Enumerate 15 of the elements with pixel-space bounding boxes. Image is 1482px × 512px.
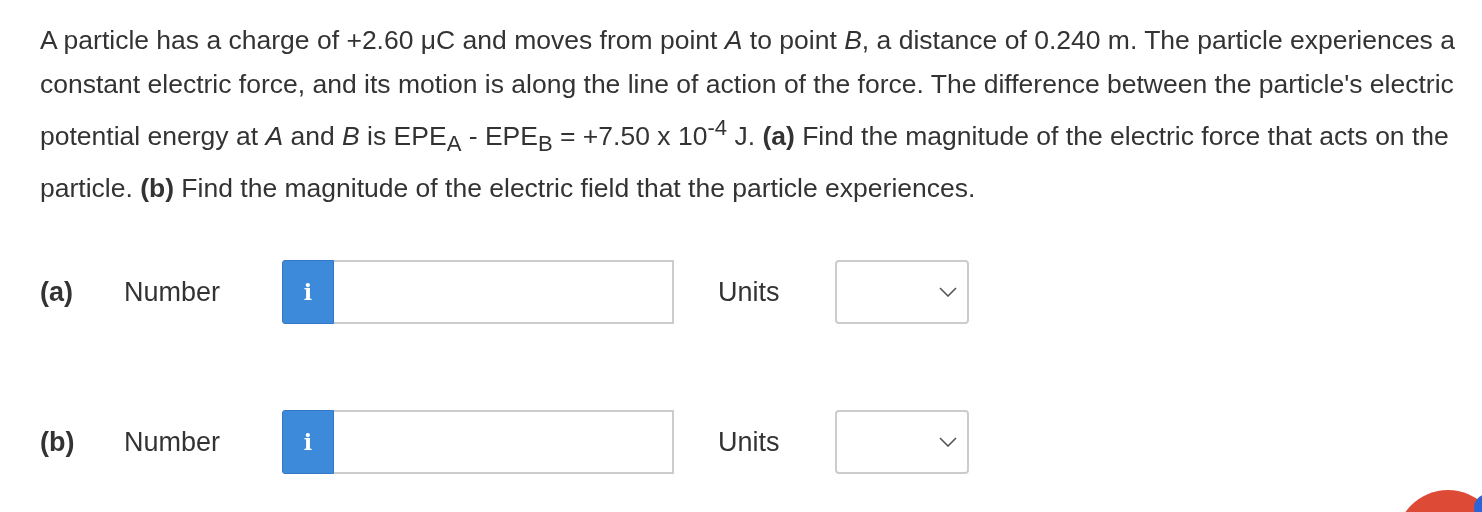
part-label: (b): [40, 426, 76, 458]
info-button[interactable]: i: [282, 410, 334, 475]
number-label: Number: [124, 276, 222, 308]
units-select[interactable]: [835, 260, 969, 325]
chevron-down-icon: [939, 287, 957, 298]
number-input[interactable]: [334, 410, 674, 475]
units-label: Units: [718, 426, 781, 458]
units-select[interactable]: [835, 410, 969, 475]
number-input[interactable]: [334, 260, 674, 325]
info-button[interactable]: i: [282, 260, 334, 325]
units-label: Units: [718, 276, 781, 308]
part-label: (a): [40, 276, 74, 308]
chevron-down-icon: [939, 437, 957, 448]
question-text: A particle has a charge of +2.60 μC and moves from point A to point B, a distance of 0.240 m. The particle experiences a constant electric force, and its motion is along the line of action of the force. The difference between the particle's electric potential energy at A and B is EPE$_{A}$ - EPE$_{B}$ = +7.50 x 10$^{-4}$ J. (a) Find the magnitude of the electric force that acts on the particle. (b) Find the magnitude of the electric field that the particle experiences.: [40, 24, 1456, 206]
number-label: Number: [124, 426, 222, 458]
